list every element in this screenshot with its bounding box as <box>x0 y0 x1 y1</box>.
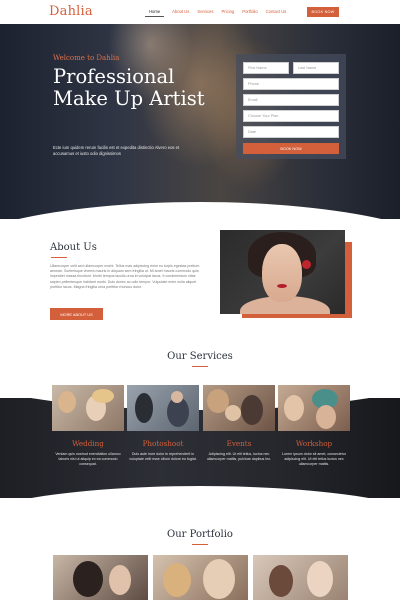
portfolio-photo-1[interactable] <box>53 555 148 600</box>
wedding-photo <box>52 385 124 431</box>
service-text-events: Adipiscing elit. Ut elit tellus, luctus … <box>206 452 272 461</box>
services-heading: Our Services <box>167 351 233 362</box>
service-title-wedding: Wedding <box>72 439 104 448</box>
service-text-wedding: Veniam quis nostrud exercitation ullamco… <box>55 452 121 466</box>
nav-menu: Home About Us Services Pricing Portfolio… <box>145 9 294 17</box>
phone-field[interactable]: Phone <box>243 78 339 90</box>
date-field[interactable]: Date <box>243 126 339 138</box>
hero-section: Welcome to Dahlia Professional Make Up A… <box>0 24 400 219</box>
service-card-workshop[interactable]: Workshop Lorem ipsum dolor sit amet, con… <box>278 385 350 466</box>
about-paragraph: Ullamcorper velit sed ullamcorper morbi.… <box>50 264 200 289</box>
portfolio-heading: Our Portfolio <box>167 529 233 540</box>
site-logo[interactable]: Dahlia <box>49 4 93 19</box>
nav-item-about[interactable]: About Us <box>172 9 189 17</box>
about-heading: About Us <box>50 242 97 253</box>
service-title-events: Events <box>226 439 252 448</box>
hero-welcome-text: Welcome to Dahlia <box>53 54 120 62</box>
service-card-wedding[interactable]: Wedding Veniam quis nostrud exercitation… <box>52 385 124 466</box>
workshop-photo <box>278 385 350 431</box>
services-heading-underline <box>192 366 208 367</box>
portfolio-heading-underline <box>192 544 208 545</box>
service-card-photoshoot[interactable]: Photoshoot Duis aute irure dolor in repr… <box>127 385 199 461</box>
booking-form: First Name Last Name Phone Email Choose … <box>236 54 346 159</box>
service-title-workshop: Workshop <box>295 439 333 448</box>
hero-description: Ecte ium quidem rerum facilis est et exp… <box>53 145 180 156</box>
about-model-photo <box>220 230 345 314</box>
plan-select[interactable]: Choose Your Plan <box>243 110 339 122</box>
service-card-events[interactable]: Events Adipiscing elit. Ut elit tellus, … <box>203 385 275 461</box>
more-about-us-button[interactable]: MORE ABOUT US <box>50 308 103 320</box>
service-text-photoshoot: Duis aute irure dolor in reprehenderit i… <box>129 452 197 461</box>
events-photo <box>203 385 275 431</box>
hero-title: Professional Make Up Artist <box>53 65 205 110</box>
about-heading-underline <box>51 257 67 258</box>
nav-item-pricing[interactable]: Pricing <box>221 9 234 17</box>
nav-item-portfolio[interactable]: Portfolio <box>242 9 257 17</box>
service-title-photoshoot: Photoshoot <box>142 439 184 448</box>
photoshoot-photo <box>127 385 199 431</box>
portfolio-photo-3[interactable] <box>253 555 348 600</box>
first-name-field[interactable]: First Name <box>243 62 289 74</box>
form-book-now-button[interactable]: BOOK NOW <box>243 143 339 154</box>
nav-item-home[interactable]: Home <box>145 9 165 17</box>
last-name-field[interactable]: Last Name <box>293 62 339 74</box>
nav-item-contact[interactable]: Contact Us <box>266 9 287 17</box>
nav-item-services[interactable]: Services <box>197 9 213 17</box>
book-now-button[interactable]: BOOK NOW <box>307 7 339 17</box>
top-navbar: Dahlia Home About Us Services Pricing Po… <box>0 0 400 24</box>
service-text-workshop: Lorem ipsum dolor sit amet, consectetur … <box>282 452 346 466</box>
email-field[interactable]: Email <box>243 94 339 106</box>
portfolio-photo-2[interactable] <box>153 555 248 600</box>
